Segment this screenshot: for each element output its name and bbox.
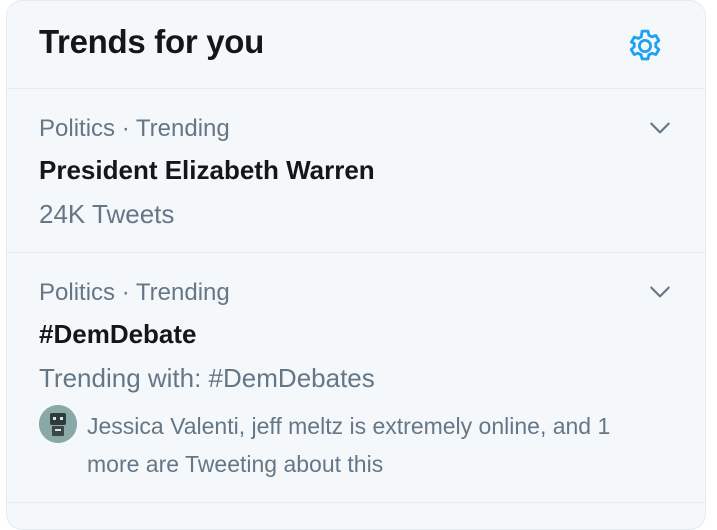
chevron-down-icon[interactable] xyxy=(647,115,673,141)
trend-meta: Politics · Trending xyxy=(39,115,230,142)
trend-name: President Elizabeth Warren xyxy=(39,155,375,185)
trend-item[interactable]: Politics · Trending President Elizabeth … xyxy=(7,89,705,253)
trend-item[interactable]: Politics · Trending #DemDebate Trending … xyxy=(7,253,705,503)
trend-tweet-count: 24K Tweets xyxy=(39,199,175,229)
trend-name: #DemDebate xyxy=(39,319,197,349)
trend-related: Trending with: #DemDebates xyxy=(39,363,375,393)
avatar[interactable] xyxy=(39,405,77,443)
chevron-down-icon[interactable] xyxy=(647,279,673,305)
trend-meta: Politics · Trending xyxy=(39,279,230,306)
trends-title: Trends for you xyxy=(39,23,264,60)
trends-header: Trends for you xyxy=(7,1,705,89)
gear-icon[interactable] xyxy=(624,25,666,67)
trends-panel: Trends for you Politics · Trending Presi… xyxy=(6,0,706,530)
tweeting-about-text: Jessica Valenti, jeff meltz is extremely… xyxy=(87,413,611,477)
